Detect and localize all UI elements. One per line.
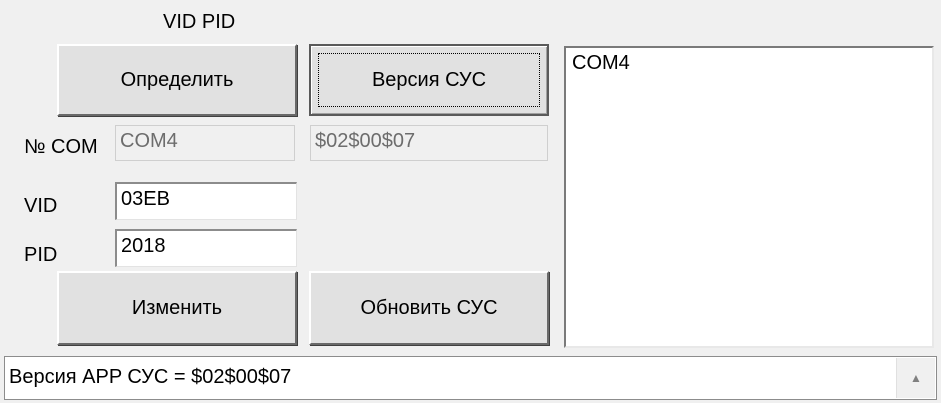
update-button-label: Обновить СУС [360,296,498,319]
detect-button[interactable]: Определить [57,44,297,116]
vid-input[interactable]: 03EB [115,182,297,220]
update-button[interactable]: Обновить СУС [309,271,549,345]
status-log[interactable]: Версия APP СУС = $02$00$07 ▲ [4,356,937,400]
com-field: COM4 [115,125,295,161]
chevron-up-icon: ▲ [910,371,922,385]
com-label: № COM [24,136,98,158]
focus-rectangle [318,53,540,107]
version-button[interactable]: Версия СУС [309,44,549,116]
detect-button-label: Определить [120,68,234,91]
list-item[interactable]: COM4 [572,52,926,75]
pid-input[interactable]: 2018 [115,229,297,267]
change-button-label: Изменить [131,296,223,319]
status-text: Версия APP СУС = $02$00$07 [9,366,292,388]
vid-label: VID [24,195,58,217]
group-title: VID PID [163,11,236,33]
pid-label: PID [24,244,58,266]
ports-listbox[interactable]: COM4 [564,46,934,348]
change-button[interactable]: Изменить [57,271,297,345]
scroll-up-button[interactable]: ▲ [896,358,935,398]
version-field: $02$00$07 [310,125,548,161]
